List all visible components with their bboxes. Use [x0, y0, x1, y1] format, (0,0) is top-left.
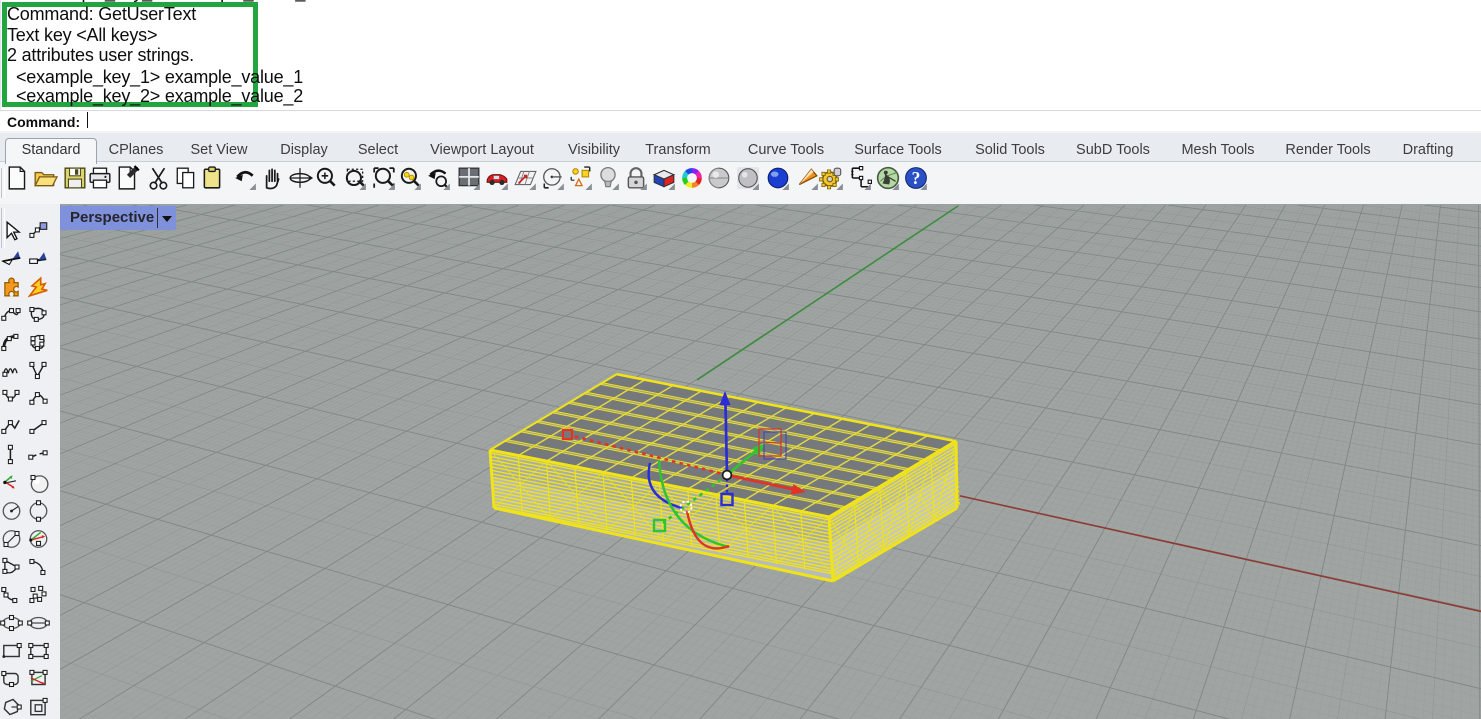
svg-text:?: ? — [912, 168, 921, 188]
